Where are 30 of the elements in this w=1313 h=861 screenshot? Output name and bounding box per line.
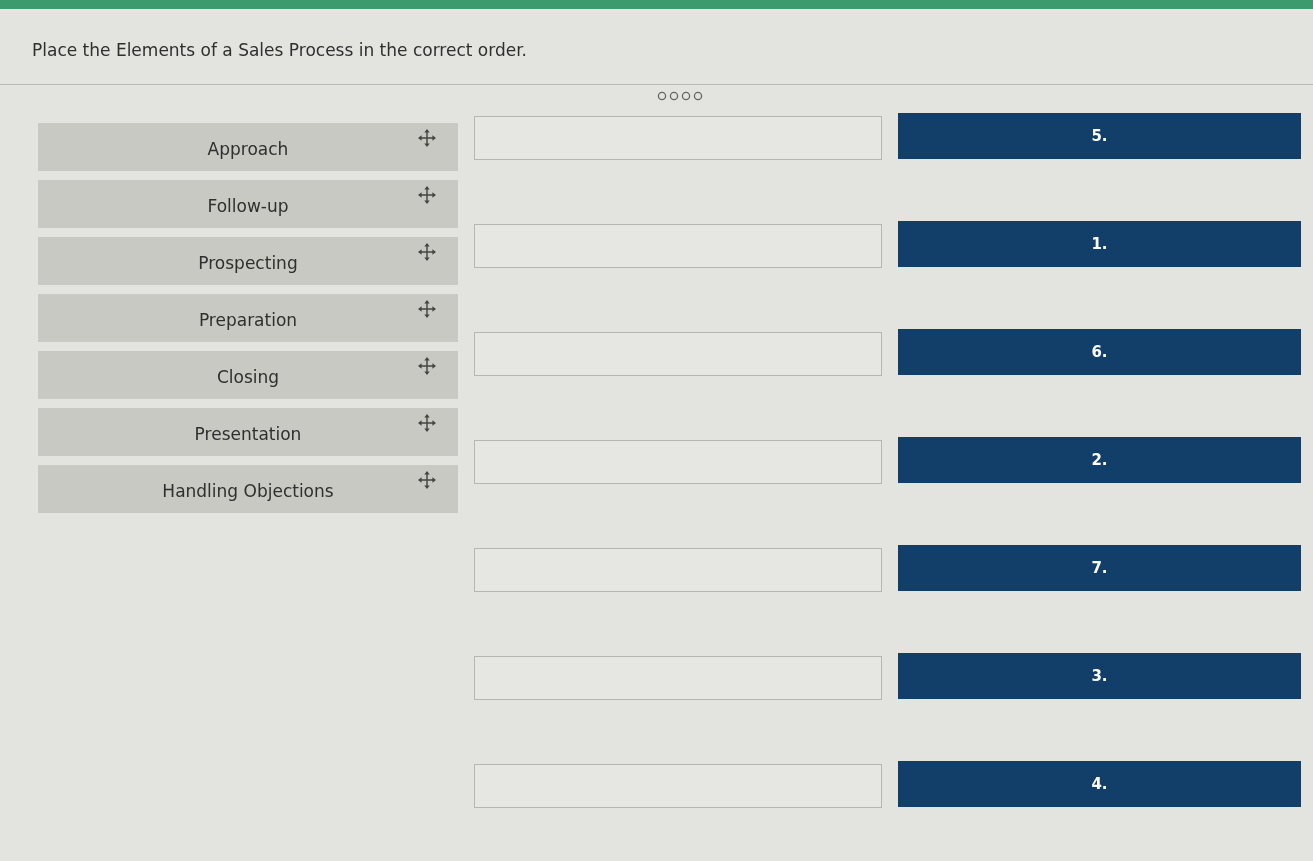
order-number-label: 1.	[898, 221, 1301, 267]
order-number-label: 7.	[898, 545, 1301, 591]
drop-box[interactable]	[474, 548, 882, 592]
order-number-label: 6.	[898, 329, 1301, 375]
drop-box[interactable]	[474, 332, 882, 376]
drag-item[interactable]: Follow-up	[38, 180, 458, 228]
move-icon	[418, 414, 436, 432]
move-icon	[418, 243, 436, 261]
move-icon	[418, 471, 436, 489]
drop-box[interactable]	[474, 116, 882, 160]
move-icon	[418, 357, 436, 375]
drag-item[interactable]: Presentation	[38, 408, 458, 456]
question-text: Place the Elements of a Sales Process in the correct order.	[32, 40, 528, 60]
dots-icon	[657, 91, 703, 101]
move-icon	[418, 300, 436, 318]
drop-box[interactable]	[474, 764, 882, 808]
order-number-label: 5.	[898, 113, 1301, 159]
drag-item[interactable]: Closing	[38, 351, 458, 399]
drag-item[interactable]: Approach	[38, 123, 458, 171]
drop-box[interactable]	[474, 224, 882, 268]
order-number-label: 4.	[898, 761, 1301, 807]
drag-item[interactable]: Prospecting	[38, 237, 458, 285]
drag-item[interactable]: Handling Objections	[38, 465, 458, 513]
order-number-label: 3.	[898, 653, 1301, 699]
drag-item[interactable]: Preparation	[38, 294, 458, 342]
order-number-label: 2.	[898, 437, 1301, 483]
drop-box[interactable]	[474, 440, 882, 484]
drop-box[interactable]	[474, 656, 882, 700]
move-icon	[418, 129, 436, 147]
move-icon	[418, 186, 436, 204]
